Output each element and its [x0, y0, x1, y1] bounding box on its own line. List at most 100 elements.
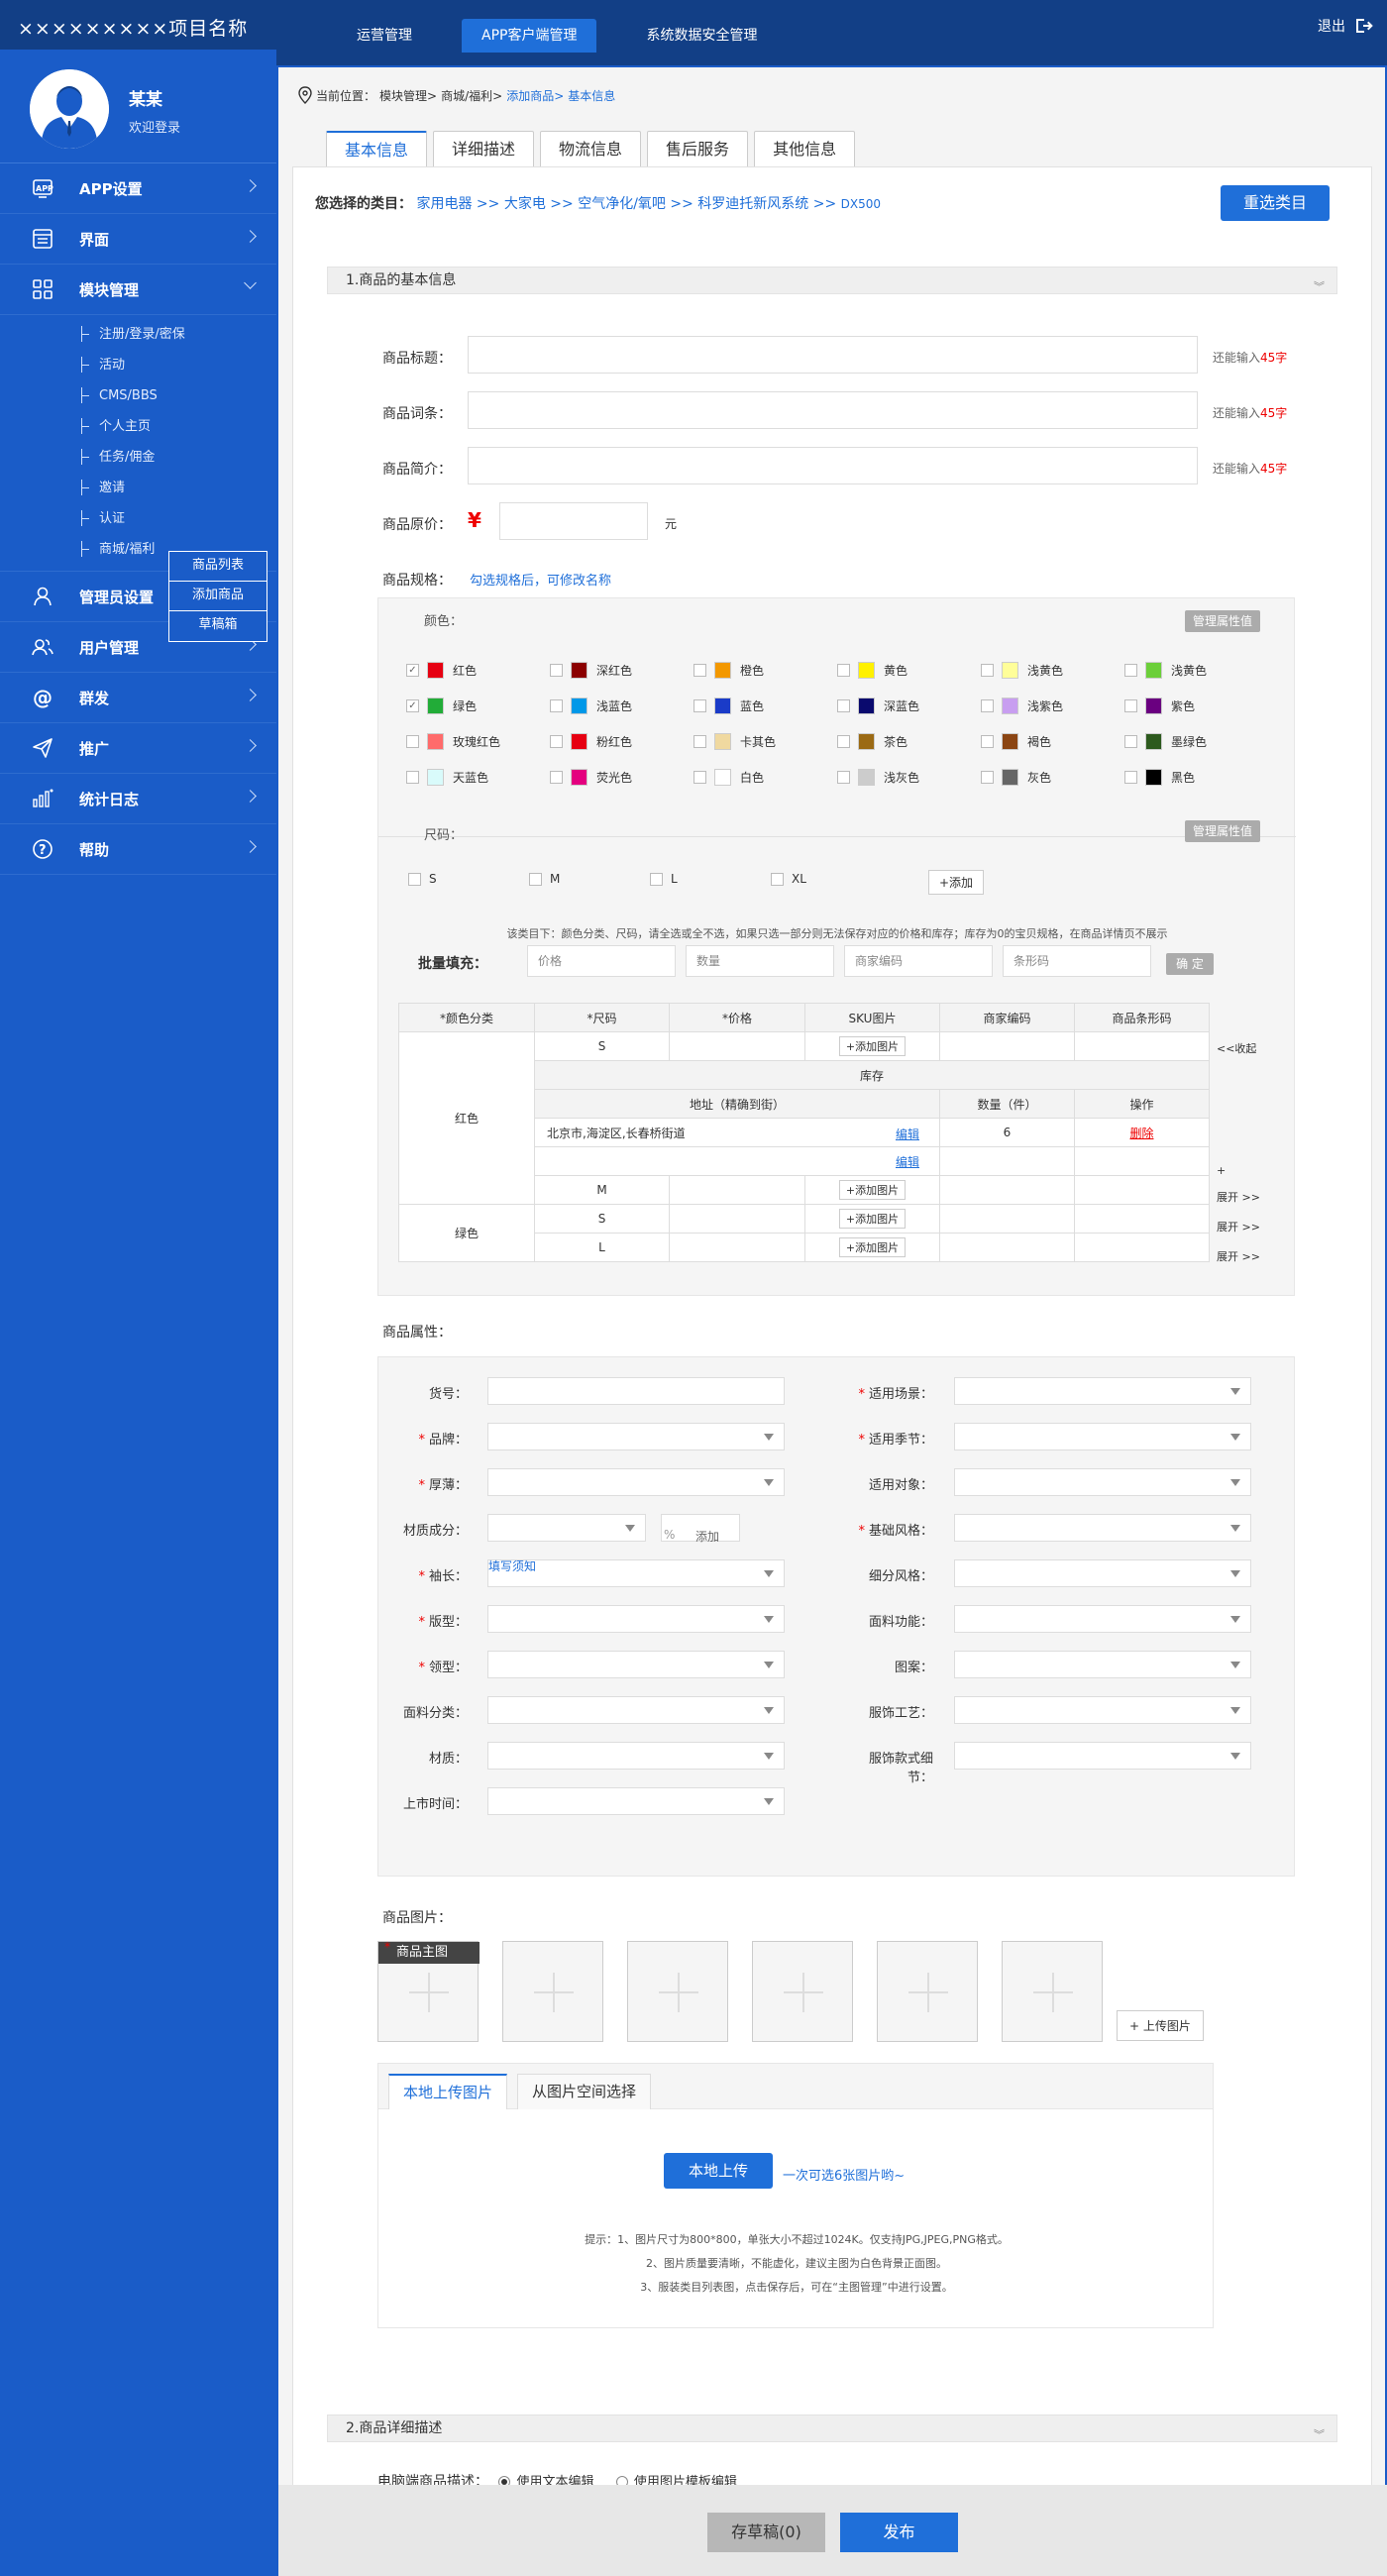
- picture-slot[interactable]: [502, 1941, 603, 2042]
- local-upload-button[interactable]: 本地上传: [664, 2153, 773, 2189]
- tab-image-space[interactable]: 从图片空间选择: [517, 2074, 652, 2109]
- price-cell[interactable]: [669, 1175, 805, 1205]
- brief-input[interactable]: [468, 447, 1198, 484]
- color-option[interactable]: 浅灰色: [837, 769, 919, 786]
- save-draft-button[interactable]: 存草稿(0): [707, 2513, 825, 2552]
- attr-select[interactable]: [487, 1605, 785, 1633]
- logout-button[interactable]: 退出: [1318, 16, 1373, 36]
- color-option[interactable]: 深红色: [550, 662, 632, 679]
- expand-toggle[interactable]: 展开 >>: [1217, 1219, 1260, 1234]
- color-option[interactable]: 紫色: [1124, 698, 1195, 714]
- top-nav-operations[interactable]: 运营管理: [337, 19, 432, 53]
- keywords-input[interactable]: [468, 391, 1198, 429]
- manage-color-button[interactable]: 管理属性值: [1185, 610, 1260, 632]
- attr-select[interactable]: [487, 1651, 785, 1678]
- submenu-item-tasks[interactable]: 任务/佣金: [0, 442, 276, 473]
- color-option[interactable]: 灰色: [981, 769, 1051, 786]
- checkbox[interactable]: [406, 771, 419, 784]
- checkbox[interactable]: [771, 872, 784, 886]
- attr-select[interactable]: [954, 1696, 1251, 1724]
- checkbox[interactable]: [837, 699, 850, 712]
- material-add-link[interactable]: 添加: [695, 1528, 719, 1545]
- menu-app-settings[interactable]: APP APP设置: [0, 163, 276, 214]
- checkbox[interactable]: [550, 735, 563, 748]
- menu-module-management[interactable]: 模块管理: [0, 265, 276, 315]
- checkbox[interactable]: [837, 735, 850, 748]
- add-image-button[interactable]: +添加图片: [838, 1209, 907, 1229]
- expand-toggle[interactable]: 展开 >>: [1217, 1248, 1260, 1264]
- fill-note-link[interactable]: 填写须知: [488, 1557, 536, 1574]
- color-option[interactable]: 黄色: [837, 662, 907, 679]
- color-option[interactable]: 黑色: [1124, 769, 1195, 786]
- category-item[interactable]: 科罗迪托新风系统: [697, 196, 808, 212]
- collapse-icon[interactable]: ︾: [1314, 274, 1325, 300]
- price-cell[interactable]: [669, 1204, 805, 1234]
- attr-select[interactable]: [954, 1651, 1251, 1678]
- checkbox[interactable]: [981, 699, 994, 712]
- breadcrumb-add[interactable]: 添加商品>: [506, 87, 564, 104]
- tab-after-sales[interactable]: 售后服务: [647, 131, 749, 166]
- checkbox[interactable]: [837, 771, 850, 784]
- size-option-m[interactable]: M: [529, 872, 560, 886]
- checkbox[interactable]: [981, 735, 994, 748]
- tab-basic-info[interactable]: 基本信息: [326, 131, 428, 166]
- tab-detail[interactable]: 详细描述: [433, 131, 535, 166]
- checkbox[interactable]: [408, 872, 421, 886]
- code-cell[interactable]: [939, 1031, 1075, 1061]
- color-option[interactable]: 浅紫色: [981, 698, 1063, 714]
- color-option[interactable]: 墨绿色: [1124, 733, 1207, 750]
- batch-code-input[interactable]: 商家编码: [844, 945, 993, 977]
- submenu-item-homepage[interactable]: 个人主页: [0, 411, 276, 442]
- menu-broadcast[interactable]: @ 群发: [0, 673, 276, 723]
- checkbox[interactable]: [529, 872, 542, 886]
- attr-select[interactable]: [487, 1468, 785, 1496]
- attr-select[interactable]: [487, 1514, 646, 1542]
- checkbox[interactable]: [1124, 771, 1137, 784]
- checkbox[interactable]: [1124, 735, 1137, 748]
- color-option[interactable]: 茶色: [837, 733, 907, 750]
- submenu-item-cms[interactable]: CMS/BBS: [0, 380, 276, 411]
- attr-select[interactable]: [954, 1605, 1251, 1633]
- checkbox[interactable]: [406, 735, 419, 748]
- attr-select[interactable]: [487, 1423, 785, 1450]
- color-option[interactable]: 浅黄色: [1124, 662, 1207, 679]
- color-option[interactable]: 褐色: [981, 733, 1051, 750]
- color-option[interactable]: 粉红色: [550, 733, 632, 750]
- tab-local-upload[interactable]: 本地上传图片: [388, 2074, 508, 2109]
- color-option[interactable]: ✓ 红色: [406, 662, 477, 679]
- edit-link[interactable]: 编辑: [896, 1126, 919, 1142]
- checkbox[interactable]: [1124, 699, 1137, 712]
- manage-size-button[interactable]: 管理属性值: [1185, 820, 1260, 842]
- breadcrumb-mall[interactable]: 商城/福利>: [441, 87, 502, 104]
- checkbox[interactable]: ✓: [406, 699, 419, 712]
- collapse-toggle[interactable]: <<收起: [1217, 1040, 1257, 1056]
- tab-logistics[interactable]: 物流信息: [540, 131, 642, 166]
- submenu-item-verify[interactable]: 认证: [0, 503, 276, 534]
- code-cell[interactable]: [939, 1233, 1075, 1262]
- batch-confirm-button[interactable]: 确 定: [1166, 953, 1214, 975]
- barcode-cell[interactable]: [1074, 1233, 1210, 1262]
- category-item[interactable]: 大家电: [504, 196, 546, 212]
- attr-select[interactable]: [487, 1377, 785, 1405]
- menu-stats-log[interactable]: 统计日志: [0, 774, 276, 824]
- batch-qty-input[interactable]: 数量: [686, 945, 834, 977]
- color-option[interactable]: 橙色: [694, 662, 764, 679]
- attr-select[interactable]: [487, 1787, 785, 1815]
- barcode-cell[interactable]: [1074, 1175, 1210, 1205]
- price-cell[interactable]: [669, 1031, 805, 1061]
- color-option[interactable]: 玫瑰红色: [406, 733, 500, 750]
- attr-select[interactable]: [487, 1696, 785, 1724]
- breadcrumb-module[interactable]: 模块管理>: [379, 87, 437, 104]
- flyout-item-drafts[interactable]: 草稿箱: [169, 611, 267, 641]
- add-image-button[interactable]: +添加图片: [838, 1036, 907, 1056]
- picture-slot[interactable]: [877, 1941, 978, 2042]
- color-option[interactable]: 蓝色: [694, 698, 764, 714]
- submenu-item-activity[interactable]: 活动: [0, 350, 276, 380]
- top-nav-app-client[interactable]: APP客户端管理: [462, 19, 597, 53]
- flyout-item-product-list[interactable]: 商品列表: [169, 552, 267, 582]
- code-cell[interactable]: [939, 1175, 1075, 1205]
- batch-price-input[interactable]: 价格: [527, 945, 676, 977]
- color-option[interactable]: 卡其色: [694, 733, 776, 750]
- upload-picture-button[interactable]: + 上传图片: [1117, 2010, 1204, 2041]
- color-option[interactable]: 深蓝色: [837, 698, 919, 714]
